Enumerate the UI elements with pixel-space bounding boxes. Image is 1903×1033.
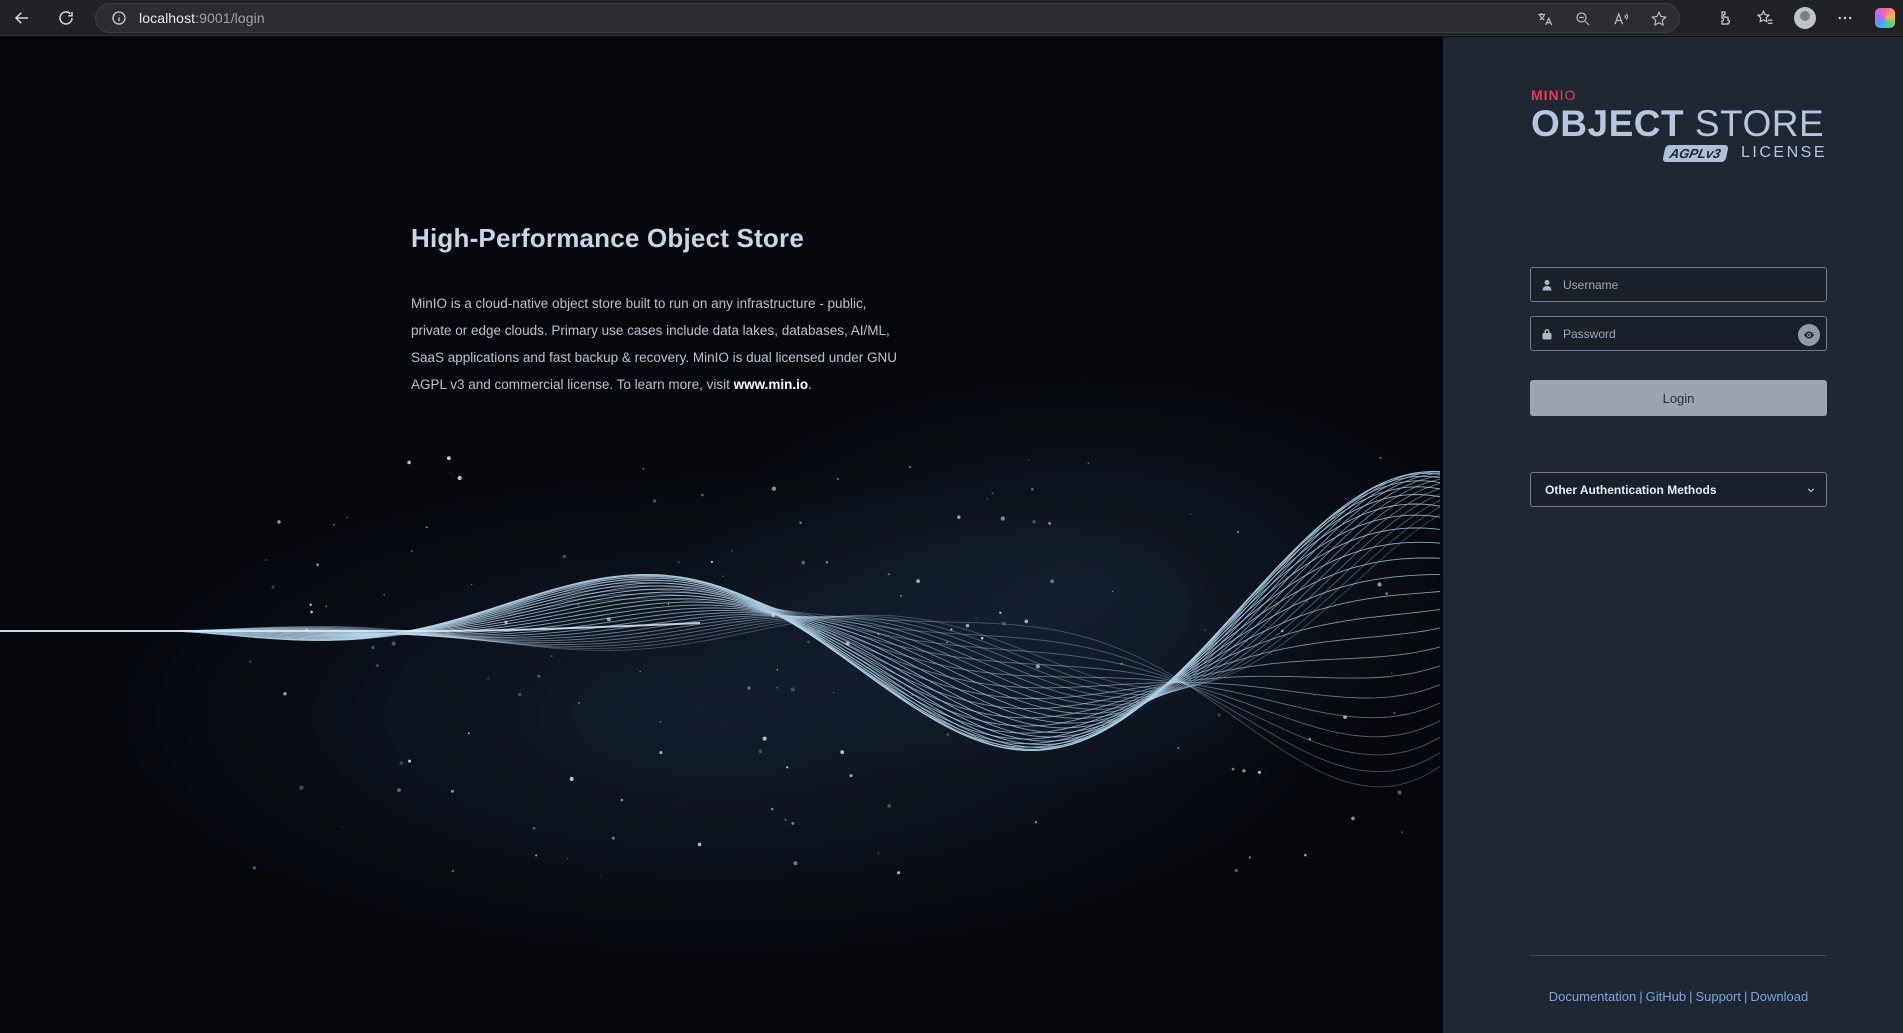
documentation-link[interactable]: Documentation — [1549, 989, 1636, 1004]
lock-icon — [1542, 328, 1552, 339]
hero-description-end: . — [808, 377, 812, 392]
profile-avatar[interactable] — [1793, 6, 1817, 30]
address-bar[interactable]: localhost:9001/login — [95, 3, 1680, 33]
back-arrow-icon — [14, 11, 28, 24]
eye-icon — [1804, 331, 1814, 339]
hero-section: High-Performance Object Store MinIO is a… — [0, 37, 1443, 1033]
wave-illustration — [0, 456, 1441, 878]
license-text: LICENSE — [1741, 144, 1827, 161]
user-icon — [1542, 279, 1552, 290]
show-password-button[interactable] — [1798, 324, 1820, 346]
other-auth-methods-label: Other Authentication Methods — [1545, 482, 1717, 497]
hero-description-text: MinIO is a cloud-native object store bui… — [411, 296, 897, 392]
back-button[interactable] — [6, 2, 38, 34]
hero-description: MinIO is a cloud-native object store bui… — [411, 290, 901, 398]
reload-icon — [59, 10, 73, 25]
url-text[interactable]: localhost:9001/login — [139, 10, 265, 26]
more-menu-icon[interactable] — [1833, 6, 1857, 30]
login-button[interactable]: Login — [1530, 380, 1827, 416]
other-auth-methods-dropdown[interactable]: Other Authentication Methods — [1530, 472, 1827, 507]
password-field[interactable] — [1530, 316, 1827, 351]
username-input[interactable] — [1563, 277, 1783, 292]
logo-product-name: OBJECT STORE — [1531, 103, 1825, 144]
read-aloud-icon[interactable] — [1611, 9, 1631, 29]
favorites-icon[interactable] — [1753, 6, 1777, 30]
zoom-out-icon[interactable] — [1573, 9, 1593, 29]
minio-logo: MINIO OBJECT STORE AGPLv3 LICENSE — [1531, 87, 1831, 162]
username-field[interactable] — [1530, 267, 1827, 302]
hero-text-block: High-Performance Object Store MinIO is a… — [411, 223, 901, 398]
footer-links: Documentation | GitHub | Support | Download — [1548, 989, 1809, 1004]
logo-license-line: AGPLv3 LICENSE — [1531, 144, 1827, 162]
login-panel: MINIO OBJECT STORE AGPLv3 LICENSE Login … — [1443, 37, 1903, 1033]
copilot-icon[interactable] — [1873, 6, 1897, 30]
site-info-icon[interactable] — [111, 10, 127, 26]
hero-title: High-Performance Object Store — [411, 223, 804, 253]
translate-icon[interactable] — [1535, 9, 1555, 29]
github-link[interactable]: GitHub — [1646, 989, 1686, 1004]
chevron-down-icon — [1807, 487, 1815, 492]
browser-toolbar: localhost:9001/login — [0, 0, 1903, 36]
logo-brand: MINIO — [1531, 87, 1577, 103]
favorite-star-icon[interactable] — [1649, 9, 1669, 29]
support-link[interactable]: Support — [1695, 989, 1741, 1004]
footer-divider — [1530, 955, 1827, 956]
reload-button[interactable] — [50, 2, 82, 34]
password-input[interactable] — [1563, 326, 1783, 341]
download-link[interactable]: Download — [1750, 989, 1808, 1004]
minio-website-link[interactable]: www.min.io — [734, 377, 809, 392]
agpl-badge: AGPLv3 — [1662, 144, 1729, 162]
extensions-icon[interactable] — [1713, 6, 1737, 30]
